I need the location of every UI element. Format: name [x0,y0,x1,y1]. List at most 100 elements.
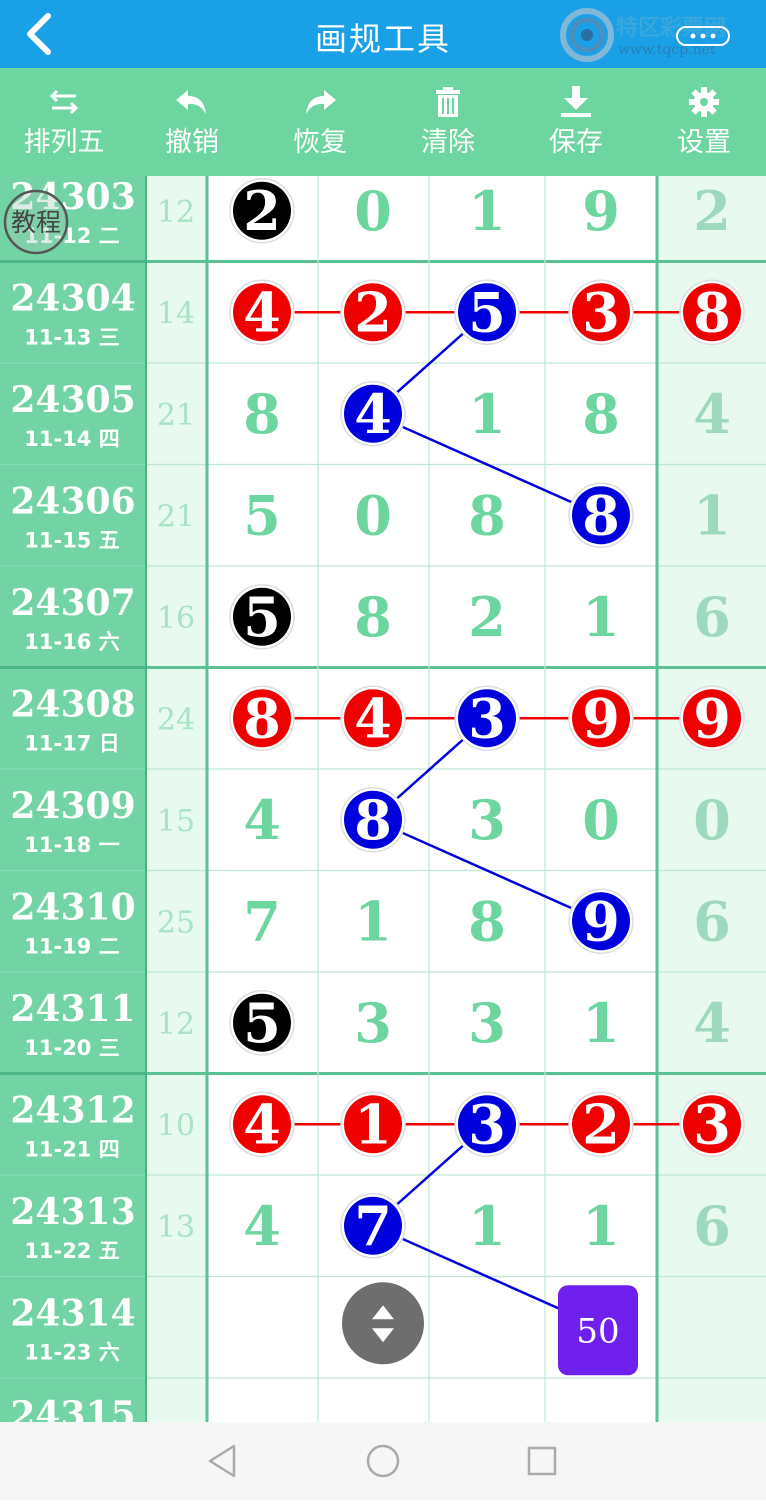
digit-sum: 21 [157,398,195,433]
ball-digit[interactable]: 3 [468,686,506,750]
digit-cell[interactable]: 7 [243,889,281,953]
gear-icon [689,87,719,117]
ball-digit[interactable]: 9 [582,686,620,750]
digit-sum: 13 [157,1210,195,1245]
issue-number: 24306 [10,480,135,522]
digit-sum: 24 [157,702,195,737]
issue-number: 24304 [10,277,135,319]
digit-cell[interactable]: 0 [693,788,731,852]
ball-digit[interactable]: 4 [354,382,392,446]
digit-sum: 14 [157,296,195,331]
digit-sum: 10 [157,1108,195,1143]
swirl-logo-icon [560,8,614,62]
download-icon [561,86,591,117]
ball-digit[interactable]: 5 [468,280,506,344]
issue-number: 24305 [10,379,135,421]
issue-date: 11-15 五 [24,528,119,552]
issue-number: 24307 [10,582,135,624]
digit-cell[interactable]: 6 [693,1194,731,1258]
issue-number: 24314 [10,1292,135,1334]
digit-cell[interactable]: 4 [693,991,731,1055]
ball-digit[interactable]: 8 [693,280,731,344]
digit-cell[interactable]: 4 [693,382,731,446]
digit-cell[interactable]: 3 [354,991,392,1055]
digit-sum: 15 [157,804,195,839]
digit-cell[interactable]: 4 [243,1194,281,1258]
digit-cell[interactable]: 1 [582,991,620,1055]
ball-digit[interactable]: 9 [582,889,620,953]
digit-cell[interactable]: 4 [243,788,281,852]
issue-date: 11-19 二 [24,934,119,958]
digit-cell[interactable]: 5 [243,483,281,547]
digit-cell[interactable]: 9 [582,179,620,243]
digit-cell[interactable]: 8 [243,382,281,446]
drawing-grid[interactable]: 2430311-12 二12 2 0 1 9 22430411-13 三14 4 2 5 3 824… [0,176,766,1422]
digit-cell[interactable]: 6 [693,889,731,953]
digit-cell[interactable]: 8 [468,889,506,953]
ball-digit[interactable]: 3 [582,280,620,344]
digit-cell[interactable]: 6 [693,585,731,649]
lottery-type-button[interactable]: 排列五 [0,68,128,176]
issue-number: 24310 [10,886,135,928]
redo-icon [306,90,336,114]
clear-button[interactable]: 清除 [384,68,512,176]
toolbar-label: 保存 [549,127,603,158]
digit-cell[interactable]: 1 [468,179,506,243]
settings-button[interactable]: 设置 [640,68,766,176]
digit-cell[interactable]: 0 [354,179,392,243]
digit-cell[interactable]: 0 [582,788,620,852]
undo-button[interactable]: 撤销 [128,68,256,176]
issue-number: 24311 [10,988,135,1030]
digit-cell[interactable]: 1 [693,483,731,547]
digit-cell[interactable]: 1 [582,585,620,649]
digit-cell[interactable]: 0 [354,483,392,547]
ball-digit[interactable]: 2 [243,179,281,243]
ball-digit[interactable]: 5 [243,991,281,1055]
digit-cell[interactable]: 8 [582,382,620,446]
ball-digit[interactable]: 3 [468,1092,506,1156]
digit-cell[interactable]: 2 [693,179,731,243]
swap-arrows-icon [49,89,79,115]
more-menu-icon[interactable] [676,26,730,46]
ball-digit[interactable]: 3 [693,1092,731,1156]
issue-date: 11-23 六 [24,1340,119,1364]
ball-digit[interactable]: 1 [354,1092,392,1156]
ball-digit[interactable]: 8 [354,788,392,852]
ball-digit[interactable]: 8 [582,483,620,547]
digit-cell[interactable]: 3 [468,991,506,1055]
digit-cell[interactable]: 1 [582,1194,620,1258]
digit-cell[interactable]: 1 [468,382,506,446]
digit-cell[interactable]: 1 [468,1194,506,1258]
nav-home-icon[interactable] [366,1444,400,1478]
ball-digit[interactable]: 4 [243,1092,281,1156]
save-button[interactable]: 保存 [512,68,640,176]
issue-date: 11-18 一 [24,833,119,857]
ball-digit[interactable]: 5 [243,585,281,649]
ball-digit[interactable]: 8 [243,686,281,750]
digit-cell[interactable]: 8 [468,483,506,547]
scroll-toggle-button[interactable] [342,1282,424,1365]
ball-digit[interactable]: 2 [582,1092,620,1156]
ball-digit[interactable]: 4 [354,686,392,750]
digit-sum: 21 [157,499,195,534]
ball-digit[interactable]: 7 [354,1194,392,1258]
ball-digit[interactable]: 2 [354,280,392,344]
nav-back-icon[interactable] [208,1444,236,1478]
nav-recents-icon[interactable] [527,1446,557,1476]
issue-date: 11-13 三 [24,325,119,349]
tutorial-label[interactable]: 教程 [11,208,61,237]
digit-cell[interactable]: 1 [354,889,392,953]
digit-cell[interactable]: 3 [468,788,506,852]
ball-digit[interactable]: 4 [243,280,281,344]
issue-number: 24313 [10,1191,135,1233]
digit-sum: 16 [157,601,195,636]
issue-date: 11-16 六 [24,630,119,654]
digit-cell[interactable]: 8 [354,585,392,649]
redo-button[interactable]: 恢复 [256,68,384,176]
ball-digit[interactable]: 9 [693,686,731,750]
issue-date: 11-14 四 [24,427,119,451]
digit-sum: 12 [157,1007,195,1042]
digit-cell[interactable]: 2 [468,585,506,649]
issue-number: 24312 [10,1089,135,1131]
digit-sum: 25 [157,905,195,940]
